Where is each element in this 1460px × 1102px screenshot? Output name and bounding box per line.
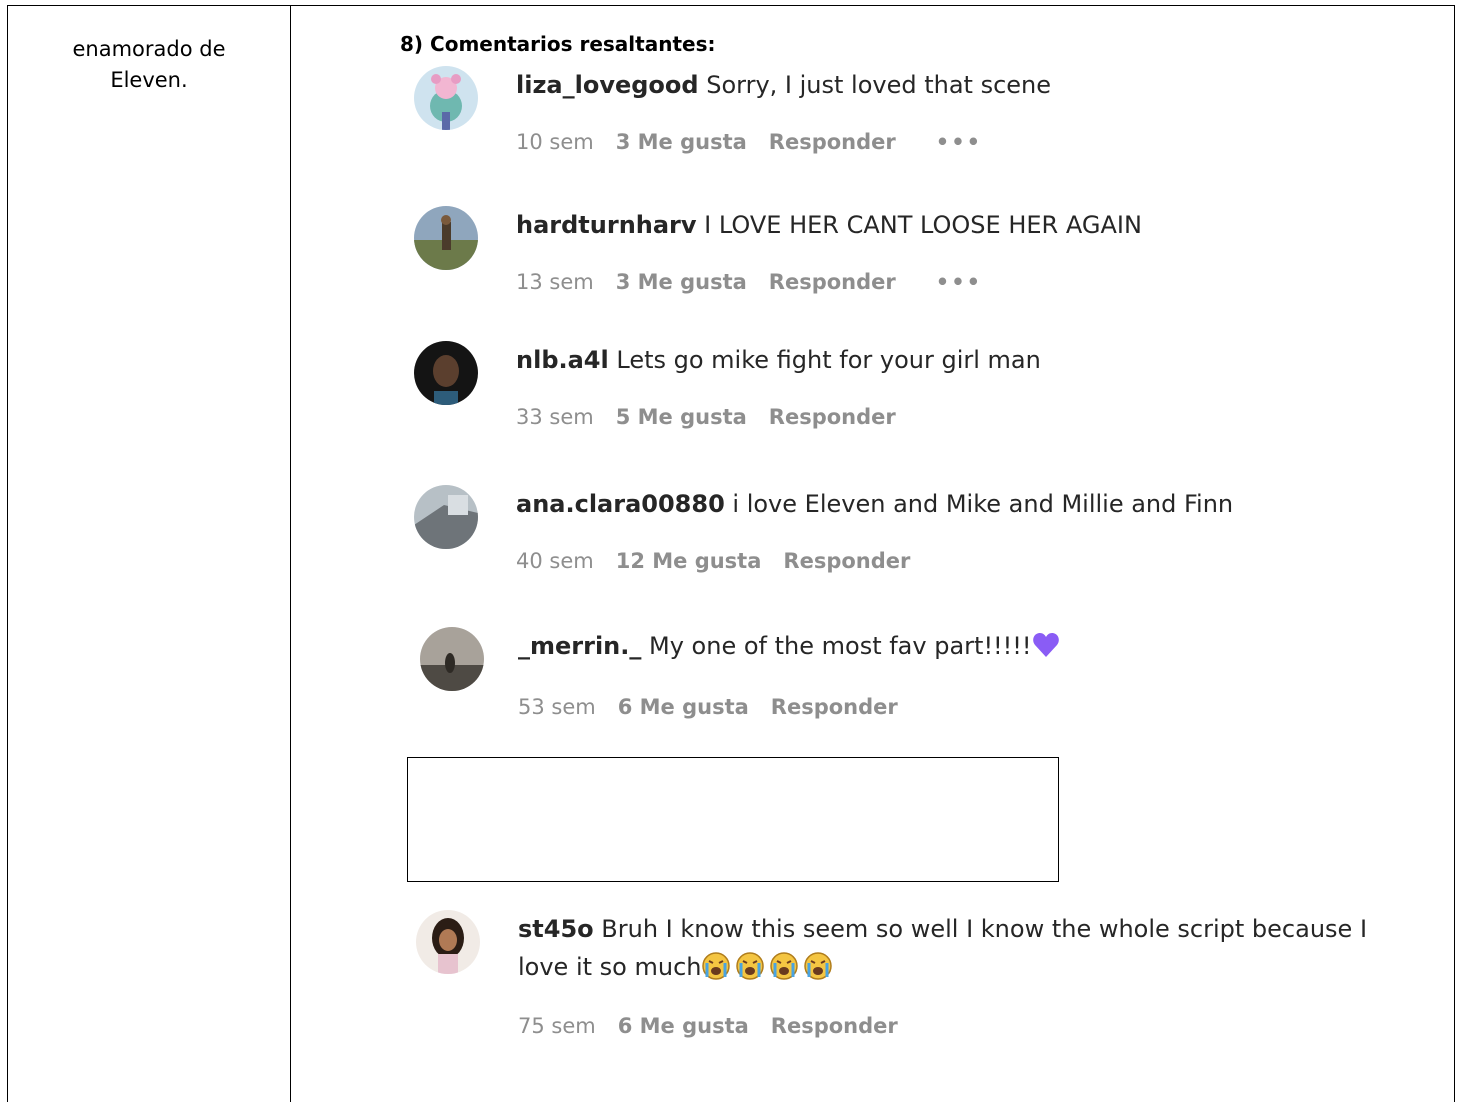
comment-time: 75 sem bbox=[518, 1014, 596, 1038]
comment-likes[interactable]: 6 Me gusta bbox=[618, 1014, 749, 1038]
avatar[interactable] bbox=[414, 66, 478, 130]
avatar[interactable] bbox=[414, 341, 478, 405]
comment-meta: 10 sem 3 Me gusta Responder ••• bbox=[516, 130, 1396, 154]
crying-face-icon bbox=[735, 951, 765, 992]
avatar[interactable] bbox=[420, 627, 484, 691]
comment-username[interactable]: liza_lovegood bbox=[516, 71, 699, 99]
comment-username[interactable]: _merrin._ bbox=[518, 632, 641, 660]
comment-username[interactable]: hardturnharv bbox=[516, 211, 697, 239]
comment-meta: 75 sem 6 Me gusta Responder bbox=[518, 1014, 1398, 1038]
table-border-top bbox=[7, 5, 1455, 6]
comment-text: hardturnharv I LOVE HER CANT LOOSE HER A… bbox=[516, 206, 1396, 244]
comment-text: ana.clara00880 i love Eleven and Mike an… bbox=[516, 485, 1396, 523]
left-cell-text: enamorado de Eleven. bbox=[72, 37, 226, 92]
comment-time: 10 sem bbox=[516, 130, 594, 154]
comment-username[interactable]: st45o bbox=[518, 915, 594, 943]
comment-time: 40 sem bbox=[516, 549, 594, 573]
comment-likes[interactable]: 3 Me gusta bbox=[616, 130, 747, 154]
comment-time: 13 sem bbox=[516, 270, 594, 294]
avatar[interactable] bbox=[414, 485, 478, 549]
purple-heart-icon bbox=[1032, 631, 1060, 669]
section-heading: 8) Comentarios resaltantes: bbox=[400, 32, 716, 56]
comment-message: Bruh I know this seem so well I know the… bbox=[518, 915, 1368, 981]
comment-time: 53 sem bbox=[518, 695, 596, 719]
table-column-divider bbox=[290, 5, 291, 1102]
comment-message: Lets go mike fight for your girl man bbox=[608, 346, 1041, 374]
comment-username[interactable]: ana.clara00880 bbox=[516, 490, 725, 518]
crying-face-icon bbox=[769, 951, 799, 992]
comment-text: nlb.a4l Lets go mike fight for your girl… bbox=[516, 341, 1396, 379]
comment-message: Sorry, I just loved that scene bbox=[698, 71, 1052, 99]
comment-username[interactable]: nlb.a4l bbox=[516, 346, 609, 374]
avatar[interactable] bbox=[416, 910, 480, 974]
comment-message: i love Eleven and Mike and Millie and Fi… bbox=[724, 490, 1234, 518]
comment-time: 33 sem bbox=[516, 405, 594, 429]
comment-likes[interactable]: 12 Me gusta bbox=[616, 549, 762, 573]
reply-button[interactable]: Responder bbox=[771, 695, 898, 719]
comment-text: st45o Bruh I know this seem so well I kn… bbox=[518, 910, 1398, 992]
blank-frame bbox=[407, 757, 1059, 882]
comment-likes[interactable]: 5 Me gusta bbox=[616, 405, 747, 429]
comment-meta: 13 sem 3 Me gusta Responder ••• bbox=[516, 270, 1396, 294]
comment-message: My one of the most fav part!!!!! bbox=[641, 632, 1032, 660]
crying-face-icon bbox=[803, 951, 833, 992]
table-border-left bbox=[7, 5, 8, 1102]
more-options-icon[interactable]: ••• bbox=[936, 270, 982, 294]
comment-likes[interactable]: 6 Me gusta bbox=[618, 695, 749, 719]
comment-text: liza_lovegood Sorry, I just loved that s… bbox=[516, 66, 1396, 104]
reply-button[interactable]: Responder bbox=[769, 270, 896, 294]
table-border-right bbox=[1454, 5, 1455, 1102]
reply-button[interactable]: Responder bbox=[769, 405, 896, 429]
comment-text: _merrin._ My one of the most fav part!!!… bbox=[518, 627, 1398, 669]
reply-button[interactable]: Responder bbox=[783, 549, 910, 573]
reply-button[interactable]: Responder bbox=[769, 130, 896, 154]
avatar[interactable] bbox=[414, 206, 478, 270]
crying-face-icon bbox=[701, 951, 731, 992]
reply-button[interactable]: Responder bbox=[771, 1014, 898, 1038]
comment-likes[interactable]: 3 Me gusta bbox=[616, 270, 747, 294]
comment-message: I LOVE HER CANT LOOSE HER AGAIN bbox=[696, 211, 1142, 239]
comment-meta: 53 sem 6 Me gusta Responder bbox=[518, 695, 1398, 719]
comment-meta: 40 sem 12 Me gusta Responder bbox=[516, 549, 1396, 573]
comment-meta: 33 sem 5 Me gusta Responder bbox=[516, 405, 1396, 429]
more-options-icon[interactable]: ••• bbox=[936, 130, 982, 154]
